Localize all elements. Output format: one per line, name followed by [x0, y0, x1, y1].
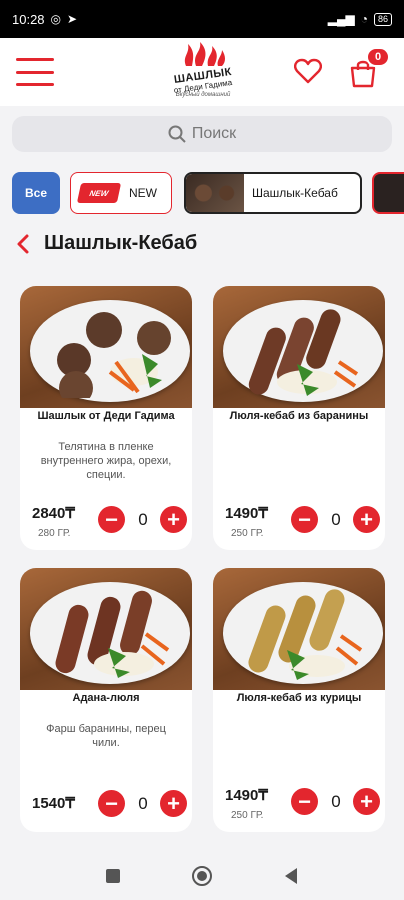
- product-description: Фарш баранины, перец чили.: [46, 723, 166, 749]
- category-kebab-chip[interactable]: Шашлык-Кебаб: [184, 172, 362, 214]
- home-icon[interactable]: [191, 865, 213, 887]
- product-name: Люля-кебаб из баранины: [229, 410, 369, 422]
- decrease-quantity-button[interactable]: −: [291, 788, 318, 815]
- whatsapp-icon: ◎: [50, 12, 62, 26]
- system-nav-bar: [0, 852, 404, 900]
- new-badge-image: NEW: [76, 183, 122, 203]
- food-image: [248, 589, 363, 680]
- category-all-chip[interactable]: Все: [12, 172, 60, 214]
- product-name: Шашлык от Деди Гадима: [37, 410, 175, 422]
- search-placeholder: Поиск: [191, 125, 237, 142]
- product-description: Телятина в пленке внутреннего жира, орех…: [40, 441, 172, 481]
- flame-icon: [184, 42, 225, 66]
- decrease-quantity-button[interactable]: −: [98, 506, 125, 533]
- status-bar: 10:28 ◎ ➤ ▂▄▆ ◔ 86: [0, 0, 404, 38]
- recent-apps-icon[interactable]: [105, 868, 121, 884]
- menu-icon-line: [16, 83, 54, 86]
- category-new-chip[interactable]: NEW NEW: [70, 172, 172, 214]
- product-price: 1540₸: [32, 795, 75, 812]
- telegram-icon: ➤: [67, 12, 78, 26]
- product-price: 1490₸: [225, 787, 268, 804]
- product-card[interactable]: Шашлык от Деди Гадима Телятина в пленке …: [20, 286, 192, 550]
- battery-icon: 86: [373, 12, 392, 26]
- status-time: 10:28: [12, 11, 45, 27]
- increase-quantity-button[interactable]: +: [160, 506, 187, 533]
- back-arrow-icon[interactable]: [14, 233, 32, 255]
- category-kebab-thumbnail: [186, 174, 244, 212]
- category-all-label: Все: [24, 186, 47, 200]
- quantity-value: 0: [138, 510, 148, 529]
- back-nav-icon[interactable]: [283, 867, 299, 885]
- cart-count-badge: 0: [366, 47, 390, 67]
- food-image: [248, 309, 359, 396]
- product-name: Адана-люля: [72, 692, 140, 704]
- signal-icon: ▂▄▆: [327, 12, 355, 26]
- decrease-quantity-button[interactable]: −: [98, 790, 125, 817]
- product-weight: 250 ГР.: [231, 528, 264, 539]
- category-kebab-label: Шашлык-Кебаб: [252, 186, 338, 200]
- quantity-value: 0: [138, 794, 148, 813]
- product-weight: 250 ГР.: [231, 810, 264, 821]
- product-weight: 280 ГР.: [38, 528, 71, 539]
- search-input[interactable]: Поиск: [12, 116, 392, 152]
- wifi-icon: ◔: [360, 12, 368, 26]
- logo[interactable]: ШАШЛЫК от Деди Гадима Вкусный домашний: [164, 42, 242, 102]
- increase-quantity-button[interactable]: +: [353, 788, 380, 815]
- product-name: Люля-кебаб из курицы: [236, 692, 362, 704]
- product-card[interactable]: Адана-люля Фарш баранины, перец чили. 15…: [20, 568, 192, 832]
- product-photo: [213, 286, 385, 408]
- increase-quantity-button[interactable]: +: [160, 790, 187, 817]
- product-price: 1490₸: [225, 505, 268, 522]
- page-title: Шашлык-Кебаб: [44, 232, 198, 254]
- menu-icon-line: [16, 70, 54, 74]
- product-photo: [213, 568, 385, 690]
- category-next-chip[interactable]: [372, 172, 404, 214]
- menu-icon: [16, 58, 54, 61]
- product-photo: [20, 286, 192, 408]
- food-image: [57, 312, 171, 398]
- search-icon: [168, 125, 186, 143]
- app-header: ШАШЛЫК от Деди Гадима Вкусный домашний 0: [0, 38, 404, 106]
- page-title-row: Шашлык-Кебаб: [14, 232, 197, 255]
- category-new-label: NEW: [129, 186, 157, 200]
- quantity-value: 0: [331, 510, 341, 529]
- quantity-value: 0: [331, 792, 341, 811]
- product-card[interactable]: Люля-кебаб из курицы 1490₸ 250 ГР. − 0 +: [213, 568, 385, 832]
- product-price: 2840₸: [32, 505, 75, 522]
- decrease-quantity-button[interactable]: −: [291, 506, 318, 533]
- menu-button[interactable]: [16, 58, 54, 86]
- increase-quantity-button[interactable]: +: [353, 506, 380, 533]
- product-card[interactable]: Люля-кебаб из баранины 1490₸ 250 ГР. − 0…: [213, 286, 385, 550]
- food-image: [55, 590, 170, 678]
- product-photo: [20, 568, 192, 690]
- category-chips: Все NEW NEW Шашлык-Кебаб: [12, 172, 404, 216]
- favorites-heart-icon[interactable]: [294, 58, 322, 84]
